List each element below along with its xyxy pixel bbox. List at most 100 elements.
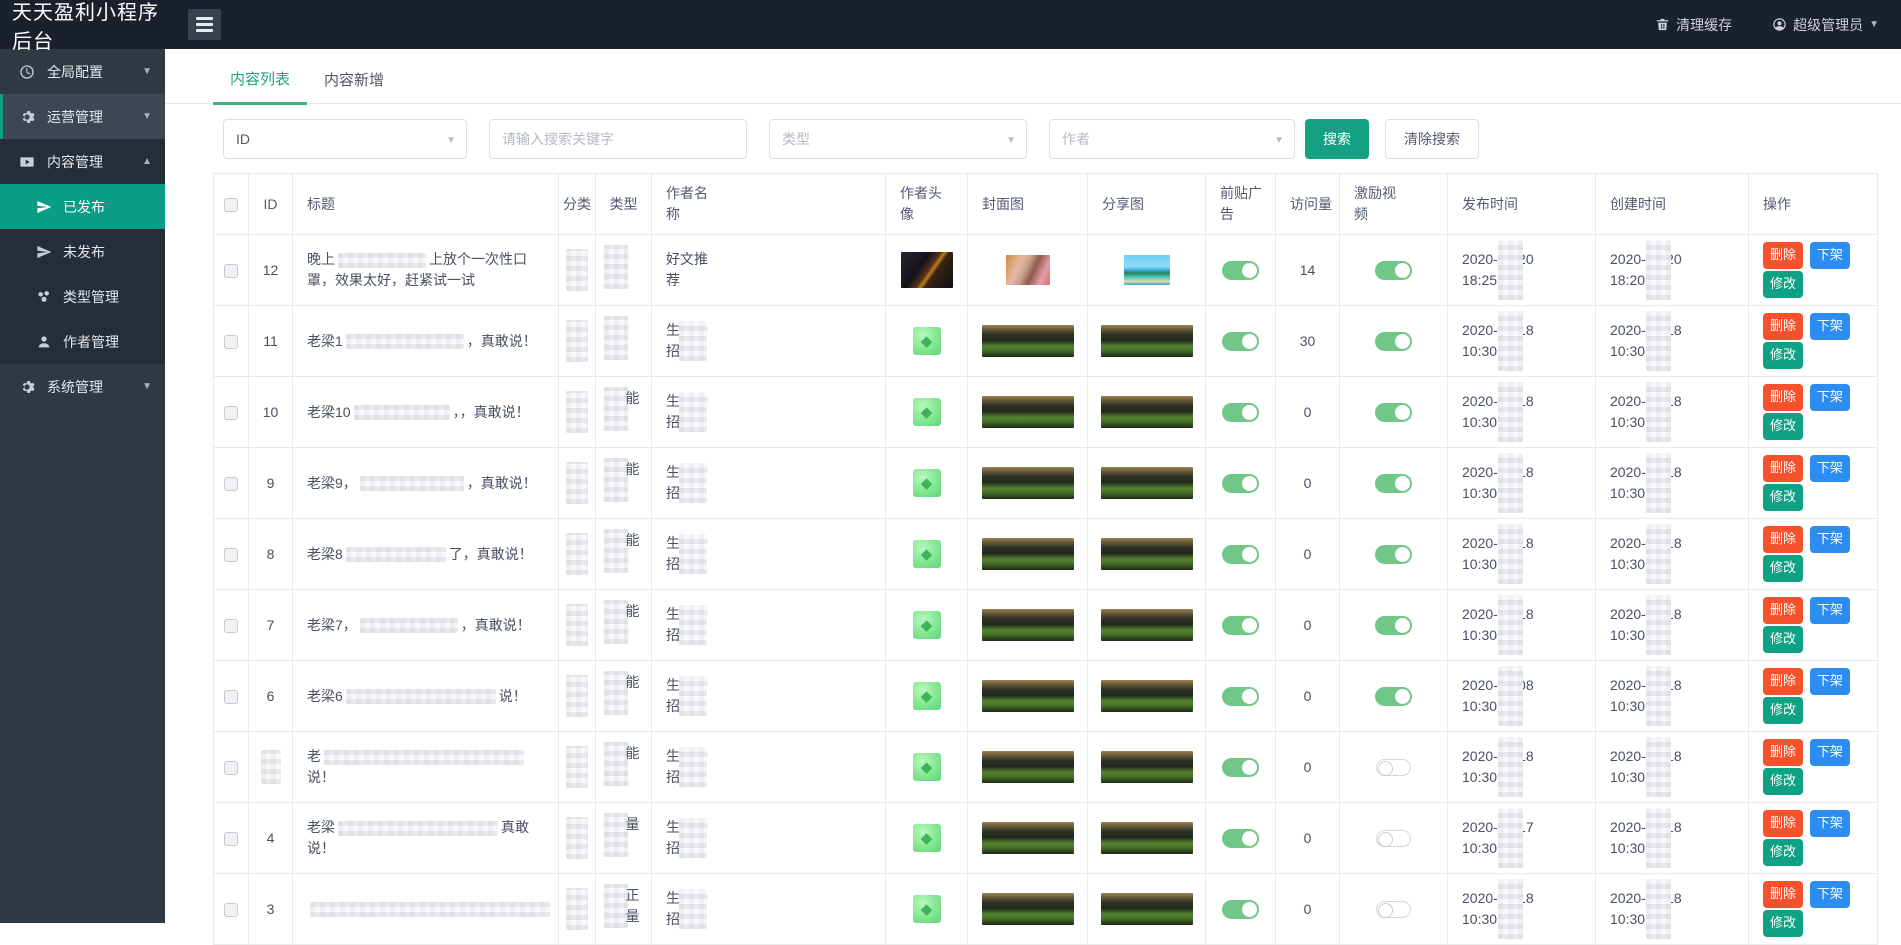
censor-block bbox=[1498, 808, 1523, 868]
incentive-video-toggle[interactable] bbox=[1376, 830, 1411, 847]
clear-search-button[interactable]: 清除搜索 bbox=[1385, 119, 1479, 159]
offline-button[interactable]: 下架 bbox=[1810, 384, 1850, 411]
edit-button[interactable]: 修改 bbox=[1763, 484, 1803, 511]
offline-button[interactable]: 下架 bbox=[1810, 455, 1850, 482]
row-checkbox[interactable] bbox=[224, 406, 238, 420]
sidebar-item-author-mgmt[interactable]: 作者管理 bbox=[0, 319, 165, 364]
pre-ad-toggle[interactable] bbox=[1222, 474, 1259, 493]
delete-button[interactable]: 删除 bbox=[1763, 242, 1803, 269]
author-name-cell: 生活妙招 bbox=[652, 732, 886, 803]
sidebar-item-system-mgmt[interactable]: 系统管理 ▼ bbox=[0, 364, 165, 409]
incentive-video-toggle[interactable] bbox=[1376, 759, 1411, 776]
delete-button[interactable]: 删除 bbox=[1763, 739, 1803, 766]
pre-ad-toggle[interactable] bbox=[1222, 403, 1259, 422]
offline-button[interactable]: 下架 bbox=[1810, 881, 1850, 908]
type-filter-select[interactable]: 类型 ▼ bbox=[769, 119, 1027, 159]
delete-button[interactable]: 删除 bbox=[1763, 597, 1803, 624]
pre-ad-toggle[interactable] bbox=[1222, 900, 1259, 919]
sidebar-item-operations[interactable]: 运营管理 ▼ bbox=[0, 94, 165, 139]
delete-button[interactable]: 删除 bbox=[1763, 881, 1803, 908]
publish-time-cell: 2020-07-1810:30:02 bbox=[1448, 519, 1596, 590]
edit-button[interactable]: 修改 bbox=[1763, 413, 1803, 440]
edit-button[interactable]: 修改 bbox=[1763, 555, 1803, 582]
delete-button[interactable]: 删除 bbox=[1763, 455, 1803, 482]
row-checkbox[interactable] bbox=[224, 690, 238, 704]
censor-block bbox=[679, 676, 707, 716]
incentive-video-toggle[interactable] bbox=[1375, 261, 1412, 280]
checkbox-cell bbox=[214, 732, 249, 803]
keyword-search-input[interactable] bbox=[489, 119, 747, 159]
edit-button[interactable]: 修改 bbox=[1763, 271, 1803, 298]
author-avatar-image: ◆ bbox=[913, 682, 941, 710]
row-checkbox[interactable] bbox=[224, 619, 238, 633]
row-checkbox[interactable] bbox=[224, 761, 238, 775]
pre-ad-toggle[interactable] bbox=[1222, 829, 1259, 848]
delete-button[interactable]: 删除 bbox=[1763, 313, 1803, 340]
id-cell: 12 bbox=[249, 235, 293, 306]
censor-block bbox=[346, 547, 446, 562]
pre-ad-toggle[interactable] bbox=[1222, 758, 1259, 777]
search-button[interactable]: 搜索 bbox=[1305, 119, 1369, 159]
row-checkbox[interactable] bbox=[224, 477, 238, 491]
offline-button[interactable]: 下架 bbox=[1810, 739, 1850, 766]
sidebar-item-content-mgmt[interactable]: 内容管理 ▲ bbox=[0, 139, 165, 184]
row-checkbox[interactable] bbox=[224, 832, 238, 846]
offline-button[interactable]: 下架 bbox=[1810, 597, 1850, 624]
row-checkbox[interactable] bbox=[224, 264, 238, 278]
incentive-video-toggle[interactable] bbox=[1375, 474, 1412, 493]
incentive-video-toggle[interactable] bbox=[1375, 332, 1412, 351]
pre-ad-toggle[interactable] bbox=[1222, 332, 1259, 351]
sidebar-item-published[interactable]: 已发布 bbox=[0, 184, 165, 229]
censor-block bbox=[261, 750, 281, 784]
cover-cell bbox=[968, 377, 1088, 448]
edit-button[interactable]: 修改 bbox=[1763, 839, 1803, 866]
checkbox-cell bbox=[214, 803, 249, 874]
tab-content-add[interactable]: 内容新增 bbox=[307, 69, 401, 103]
row-checkbox[interactable] bbox=[224, 335, 238, 349]
type-cell bbox=[596, 306, 652, 377]
author-avatar-image: ◆ bbox=[913, 611, 941, 639]
edit-button[interactable]: 修改 bbox=[1763, 768, 1803, 795]
edit-button[interactable]: 修改 bbox=[1763, 626, 1803, 653]
sidebar-item-type-mgmt[interactable]: 类型管理 bbox=[0, 274, 165, 319]
author-filter-select[interactable]: 作者 ▼ bbox=[1049, 119, 1295, 159]
offline-button[interactable]: 下架 bbox=[1810, 810, 1850, 837]
offline-button[interactable]: 下架 bbox=[1810, 526, 1850, 553]
offline-button[interactable]: 下架 bbox=[1810, 242, 1850, 269]
select-all-checkbox[interactable] bbox=[224, 198, 238, 212]
delete-button[interactable]: 删除 bbox=[1763, 668, 1803, 695]
clear-cache-button[interactable]: 清理缓存 bbox=[1655, 15, 1732, 35]
actions-cell: 删除 下架 修改 bbox=[1749, 519, 1878, 590]
id-cell: 8 bbox=[249, 519, 293, 590]
sidebar-item-unpublished[interactable]: 未发布 bbox=[0, 229, 165, 274]
edit-button[interactable]: 修改 bbox=[1763, 697, 1803, 724]
sidebar-item-global-config[interactable]: 全局配置 ▼ bbox=[0, 49, 165, 94]
globe-icon bbox=[18, 64, 36, 80]
delete-button[interactable]: 删除 bbox=[1763, 384, 1803, 411]
incentive-video-toggle[interactable] bbox=[1375, 545, 1412, 564]
incentive-video-toggle[interactable] bbox=[1376, 901, 1411, 918]
admin-menu[interactable]: 超级管理员 ▼ bbox=[1772, 15, 1879, 35]
id-field-select[interactable]: ID ▼ bbox=[223, 119, 467, 159]
incentive-video-toggle[interactable] bbox=[1375, 687, 1412, 706]
offline-button[interactable]: 下架 bbox=[1810, 668, 1850, 695]
incentive-video-toggle[interactable] bbox=[1375, 616, 1412, 635]
pre-ad-toggle[interactable] bbox=[1222, 545, 1259, 564]
create-time-cell: 2020-07-1810:30:58 bbox=[1596, 803, 1749, 874]
row-checkbox[interactable] bbox=[224, 548, 238, 562]
tab-content-list[interactable]: 内容列表 bbox=[213, 68, 307, 105]
edit-button[interactable]: 修改 bbox=[1763, 910, 1803, 937]
delete-button[interactable]: 删除 bbox=[1763, 526, 1803, 553]
pre-ad-toggle[interactable] bbox=[1222, 616, 1259, 635]
cover-cell bbox=[968, 590, 1088, 661]
offline-button[interactable]: 下架 bbox=[1810, 313, 1850, 340]
pre-ad-toggle[interactable] bbox=[1222, 687, 1259, 706]
share-cell bbox=[1088, 377, 1206, 448]
delete-button[interactable]: 删除 bbox=[1763, 810, 1803, 837]
create-time-cell: 2020-07-1810:30:58 bbox=[1596, 377, 1749, 448]
sidebar-collapse-button[interactable] bbox=[188, 9, 221, 40]
incentive-video-toggle[interactable] bbox=[1375, 403, 1412, 422]
row-checkbox[interactable] bbox=[224, 903, 238, 917]
pre-ad-toggle[interactable] bbox=[1222, 261, 1259, 280]
edit-button[interactable]: 修改 bbox=[1763, 342, 1803, 369]
